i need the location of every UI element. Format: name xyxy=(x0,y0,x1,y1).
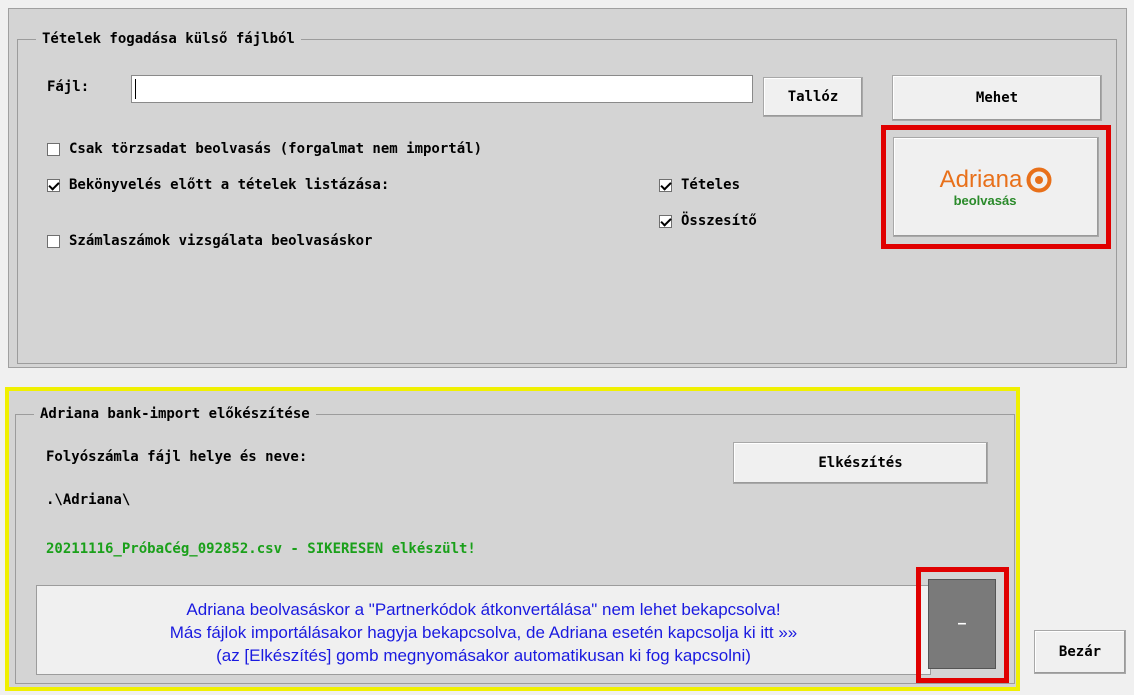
option-itemized-label: Tételes xyxy=(681,177,741,193)
option-summary-label: Összesítő xyxy=(681,213,757,229)
option-list-before-post-checkbox[interactable] xyxy=(47,179,60,192)
adriana-sub-text: beolvasás xyxy=(953,192,1017,208)
file-input[interactable] xyxy=(131,75,753,103)
bank-import-panel: Adriana bank-import előkészítése Folyósz… xyxy=(5,387,1020,691)
option-masterdata-label: Csak törzsadat beolvasás (forgalmat nem … xyxy=(69,141,483,157)
option-list-before-post-label: Bekönyvelés előtt a tételek listázása: xyxy=(69,177,390,193)
notice-line-3: (az [Elkészítés] gomb megnyomásakor auto… xyxy=(216,646,751,665)
close-button[interactable]: Bezár xyxy=(1034,630,1126,674)
text-caret xyxy=(135,79,136,99)
partner-code-toggle-button[interactable]: – xyxy=(928,579,996,669)
option-invoice-check-label: Számlaszámok vizsgálata beolvasáskor xyxy=(69,233,373,249)
notice-line-1: Adriana beolvasáskor a "Partnerkódok átk… xyxy=(186,600,781,619)
account-file-label: Folyószámla fájl helye és neve: xyxy=(46,449,308,465)
import-panel: Tételek fogadása külső fájlból Fájl: Tal… xyxy=(8,8,1127,368)
bank-import-group-title: Adriana bank-import előkészítése xyxy=(34,405,316,423)
browse-button[interactable]: Tallóz xyxy=(763,77,863,117)
adriana-import-button[interactable]: Adriana beolvasás xyxy=(893,137,1099,237)
option-summary-checkbox[interactable] xyxy=(659,215,672,228)
adriana-target-icon xyxy=(1026,167,1052,192)
option-masterdata-checkbox[interactable] xyxy=(47,143,60,156)
option-invoice-check-checkbox[interactable] xyxy=(47,235,60,248)
import-group-title: Tételek fogadása külső fájlból xyxy=(36,30,301,48)
go-button[interactable]: Mehet xyxy=(892,75,1102,121)
account-file-path: .\Adriana\ xyxy=(46,492,131,508)
adriana-brand-text: Adriana xyxy=(939,165,1023,193)
prepare-button[interactable]: Elkészítés xyxy=(733,442,988,484)
notice-line-2: Más fájlok importálásakor hagyja bekapcs… xyxy=(169,623,798,642)
partner-code-notice: Adriana beolvasáskor a "Partnerkódok átk… xyxy=(36,585,931,675)
file-label: Fájl: xyxy=(47,79,90,95)
option-itemized-checkbox[interactable] xyxy=(659,179,672,192)
result-message: 20211116_PróbaCég_092852.csv - SIKERESEN… xyxy=(46,541,476,557)
